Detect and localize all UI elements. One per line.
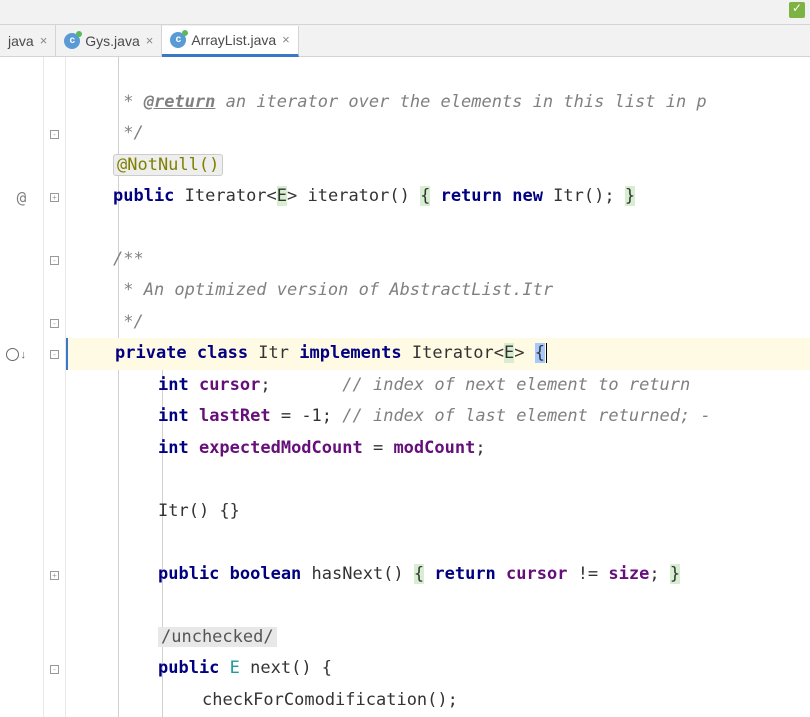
- fold-icon[interactable]: +: [44, 182, 65, 213]
- tab-arraylist[interactable]: c ArrayList.java ×: [162, 26, 298, 57]
- code-line[interactable]: /**: [66, 244, 810, 276]
- code-line[interactable]: public Iterator<E> iterator() { return n…: [66, 181, 810, 213]
- runnable-badge-icon: [182, 30, 188, 36]
- gutter-icons[interactable]: @: [0, 57, 44, 717]
- tab-java[interactable]: java ×: [0, 25, 56, 56]
- code-line[interactable]: */: [66, 307, 810, 339]
- fold-end-icon[interactable]: -: [44, 308, 65, 339]
- fold-icon[interactable]: -: [44, 339, 65, 370]
- top-toolbar-spacer: [0, 0, 810, 25]
- close-icon[interactable]: ×: [40, 33, 48, 48]
- tab-label: Gys.java: [85, 33, 139, 49]
- code-line[interactable]: * @return an iterator over the elements …: [66, 87, 810, 119]
- code-line[interactable]: */: [66, 118, 810, 150]
- code-line[interactable]: public boolean hasNext() { return cursor…: [66, 559, 810, 591]
- code-line[interactable]: @NotNull(): [66, 150, 810, 182]
- current-code-line[interactable]: private class Itr implements Iterator<E>…: [66, 338, 810, 370]
- class-icon: c: [64, 33, 80, 49]
- code-line[interactable]: /unchecked/: [66, 622, 810, 654]
- class-icon: c: [170, 32, 186, 48]
- gutter-folding[interactable]: - + - - - + -: [44, 57, 66, 717]
- code-line[interactable]: * An optimized version of AbstractList.I…: [66, 275, 810, 307]
- runnable-badge-icon: [76, 31, 82, 37]
- editor-tab-bar: java × c Gys.java × c ArrayList.java ×: [0, 25, 810, 57]
- tab-gys[interactable]: c Gys.java ×: [56, 25, 162, 56]
- code-line[interactable]: int lastRet = -1; // index of last eleme…: [66, 401, 810, 433]
- text-cursor: [546, 343, 547, 363]
- override-icon: [6, 348, 19, 361]
- override-gutter-at[interactable]: @: [0, 182, 43, 213]
- tab-label: java: [8, 33, 34, 49]
- code-line[interactable]: Itr() {}: [66, 496, 810, 528]
- fold-icon[interactable]: -: [44, 654, 65, 685]
- inspection-ok-icon[interactable]: [789, 2, 805, 18]
- editor-area: @ - + - - - + - * @return an iterator ov…: [0, 57, 810, 717]
- code-line[interactable]: checkForComodification();: [66, 685, 810, 717]
- code-line[interactable]: public E next() {: [66, 653, 810, 685]
- code-line[interactable]: int expectedModCount = modCount;: [66, 433, 810, 465]
- close-icon[interactable]: ×: [282, 32, 290, 47]
- code-editor[interactable]: * @return an iterator over the elements …: [66, 57, 810, 717]
- fold-icon[interactable]: +: [44, 560, 65, 591]
- close-icon[interactable]: ×: [146, 33, 154, 48]
- fold-end-icon[interactable]: -: [44, 119, 65, 150]
- code-line[interactable]: int cursor; // index of next element to …: [66, 370, 810, 402]
- fold-begin-icon[interactable]: -: [44, 245, 65, 276]
- override-gutter-arrow[interactable]: [0, 339, 43, 370]
- tab-label: ArrayList.java: [191, 32, 276, 48]
